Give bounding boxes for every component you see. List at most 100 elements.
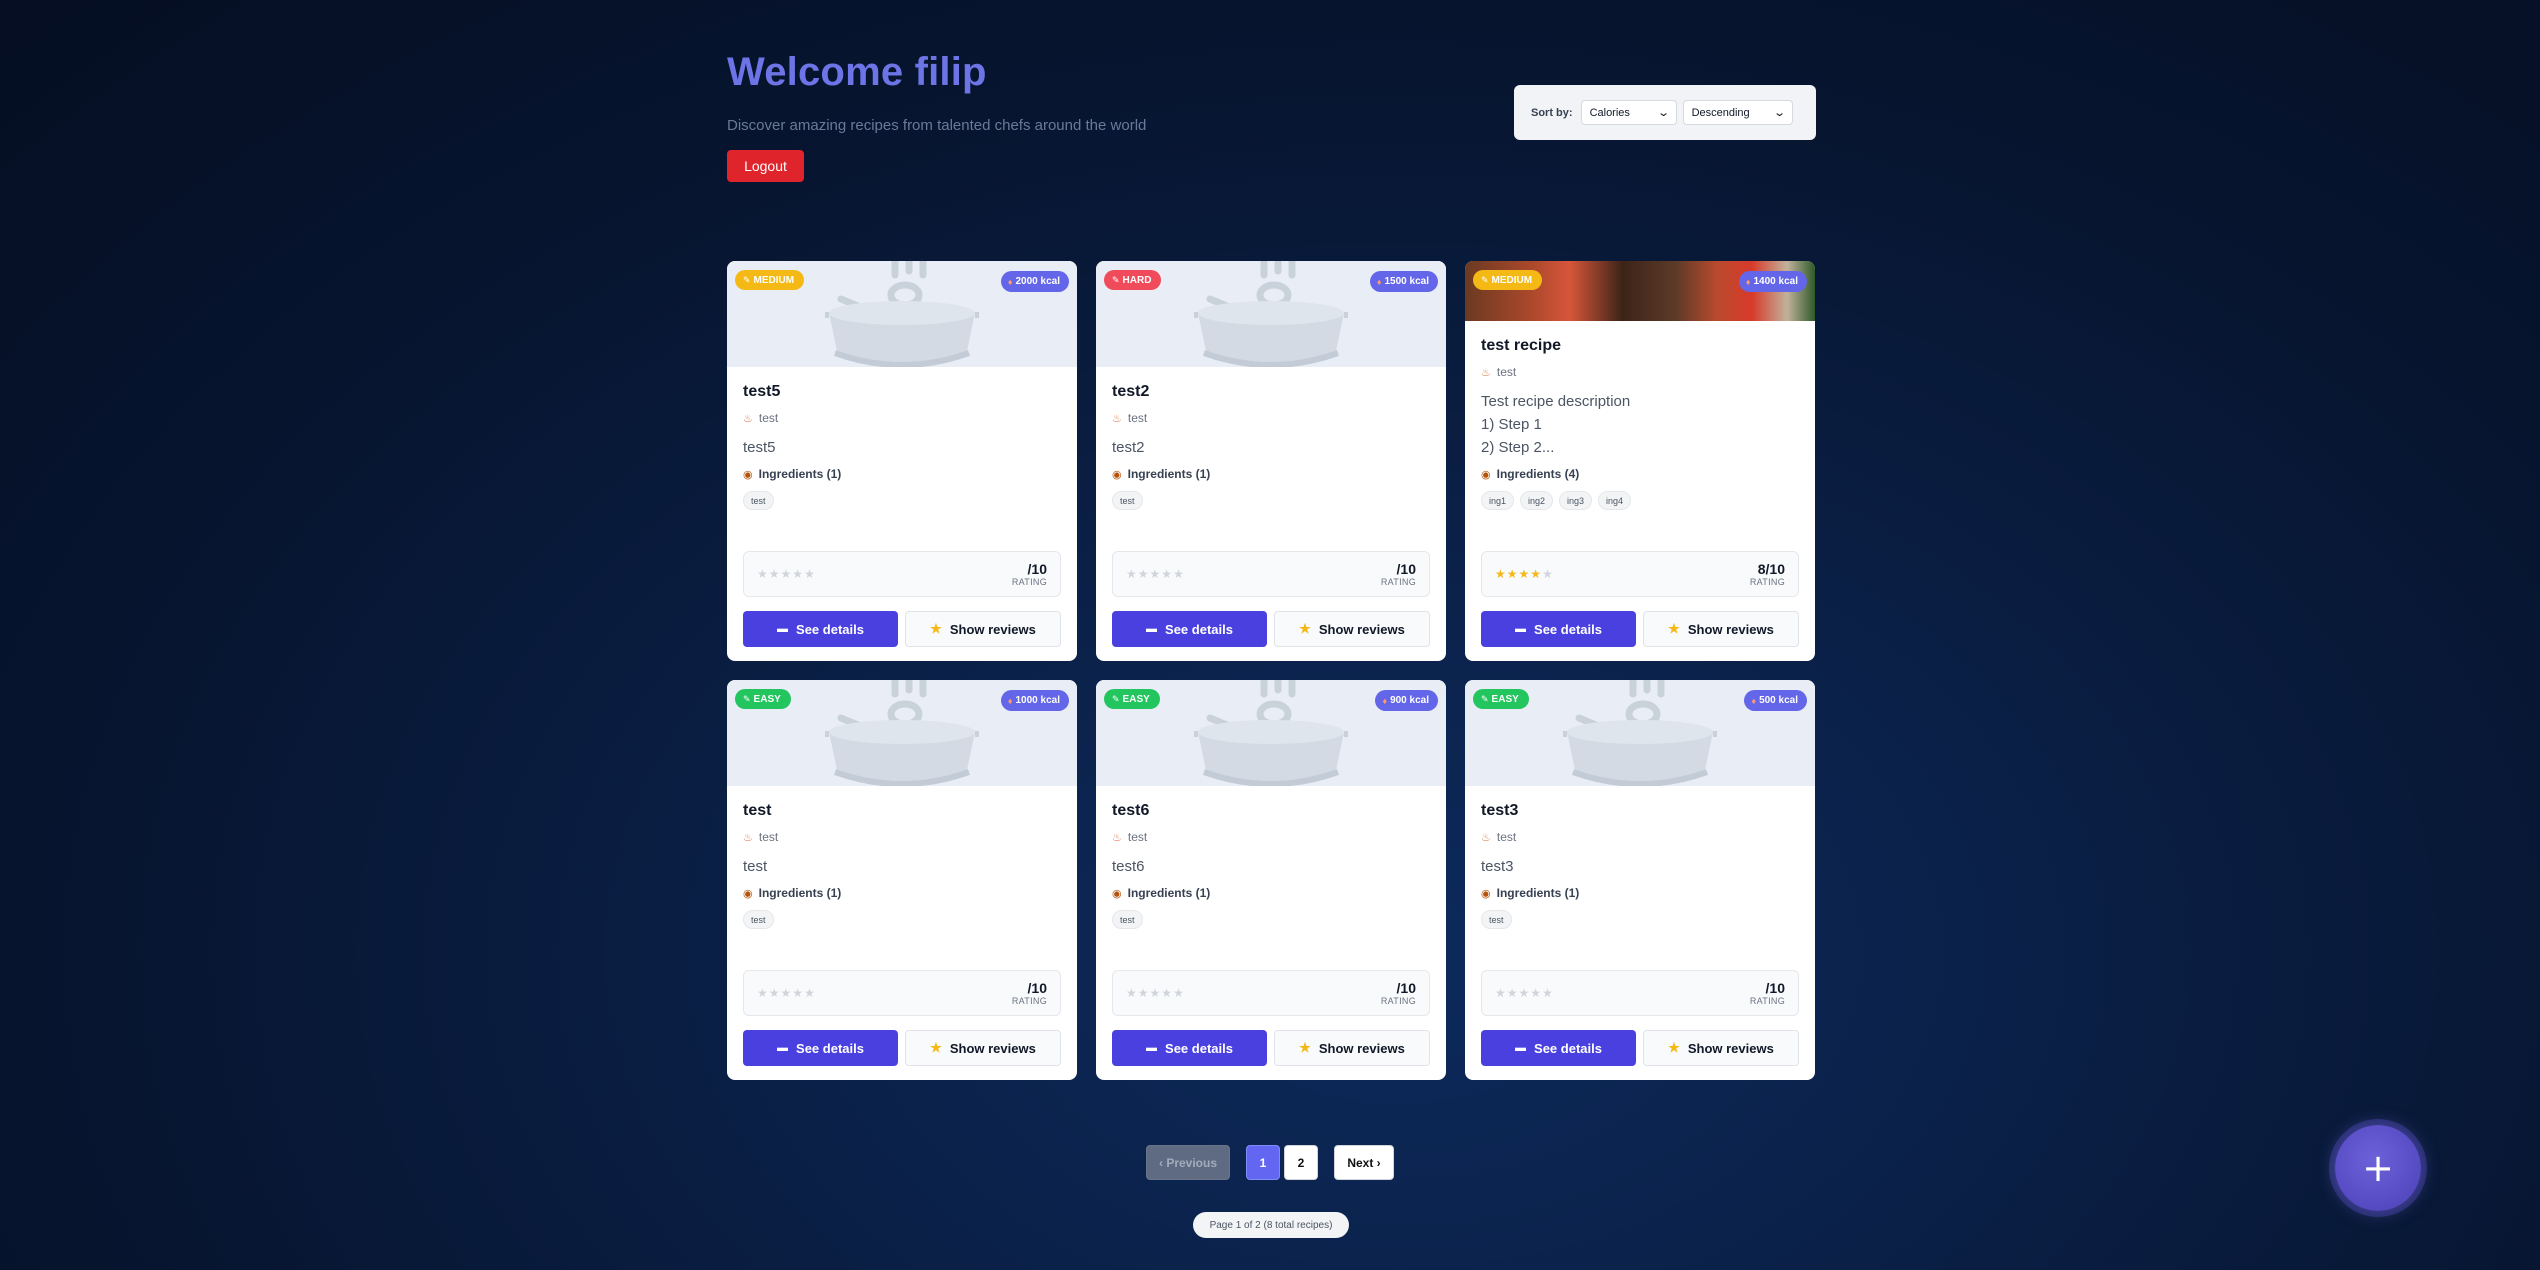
- ingredients-icon: ◉: [743, 468, 753, 481]
- previous-page-button[interactable]: ‹ Previous: [1146, 1145, 1230, 1180]
- recipe-description: test3: [1481, 855, 1799, 878]
- card-actions: ▬ See details ★ Show reviews: [743, 611, 1061, 647]
- recipe-title: test5: [743, 383, 781, 400]
- rating-star-icon: ★: [1530, 986, 1543, 1000]
- rating-star-icon: ★: [757, 567, 769, 581]
- pot-placeholder-icon: [1194, 680, 1348, 786]
- show-reviews-button[interactable]: ★ Show reviews: [905, 611, 1061, 647]
- star-icon: ★: [930, 1040, 942, 1055]
- ingredient-chip: ing2: [1520, 491, 1554, 510]
- sort-field-select[interactable]: Calories ⌄: [1580, 100, 1677, 125]
- rating-star-icon: ★: [768, 567, 781, 581]
- rating-label: RATING: [1380, 996, 1416, 1006]
- rating-star-icon: ★: [1173, 567, 1185, 581]
- rating-label: RATING: [1011, 577, 1047, 587]
- difficulty-badge: ✎ HARD: [1104, 270, 1162, 290]
- ingredients-icon: ◉: [743, 887, 753, 900]
- chef-icon: ♨: [1112, 412, 1122, 425]
- calories-badge: ♦ 1400 kcal: [1738, 271, 1807, 292]
- recipe-image: ✎ MEDIUM ♦ 2000 kcal: [727, 261, 1077, 367]
- add-recipe-button[interactable]: +: [2335, 1125, 2421, 1211]
- pot-placeholder-icon: [825, 261, 979, 367]
- show-reviews-label: Show reviews: [1687, 621, 1774, 637]
- pot-placeholder-icon: [1563, 680, 1717, 786]
- author-name: test: [758, 830, 779, 844]
- show-reviews-button[interactable]: ★ Show reviews: [1274, 1030, 1430, 1066]
- card-actions: ▬ See details ★ Show reviews: [1112, 611, 1430, 647]
- fire-icon: ♦: [1751, 695, 1757, 706]
- ingredients-icon: ◉: [1112, 468, 1122, 481]
- show-reviews-button[interactable]: ★ Show reviews: [1274, 611, 1430, 647]
- card-actions: ▬ See details ★ Show reviews: [1481, 1030, 1799, 1066]
- see-details-button[interactable]: ▬ See details: [1481, 1030, 1636, 1066]
- ingredient-chips: ing1 ing2 ing3 ing4: [1481, 491, 1799, 510]
- calories-text: 500 kcal: [1759, 695, 1798, 706]
- see-details-label: See details: [1165, 621, 1233, 637]
- rating-star-icon: ★: [1161, 567, 1174, 581]
- page-button-2[interactable]: 2: [1284, 1145, 1318, 1180]
- recipe-image: ✎ EASY ♦ 900 kcal: [1096, 680, 1446, 786]
- see-details-button[interactable]: ▬ See details: [1112, 1030, 1267, 1066]
- rating-label: RATING: [1380, 577, 1416, 587]
- see-details-button[interactable]: ▬ See details: [743, 1030, 898, 1066]
- sort-panel: Sort by: Calories ⌄ Descending ⌄: [1514, 85, 1816, 140]
- recipe-description: test5: [743, 436, 1061, 459]
- show-reviews-button[interactable]: ★ Show reviews: [905, 1030, 1061, 1066]
- recipe-card: ✎ MEDIUM ♦ 2000 kcal test5 ♨ test test5 …: [727, 261, 1077, 661]
- see-details-label: See details: [796, 621, 864, 637]
- ingredients-label: Ingredients (1): [1127, 467, 1211, 481]
- show-reviews-button[interactable]: ★ Show reviews: [1643, 611, 1799, 647]
- see-details-button[interactable]: ▬ See details: [743, 611, 898, 647]
- rating-star-icon: ★: [1542, 567, 1554, 581]
- recipe-title: test3: [1481, 802, 1519, 819]
- rating-score: /10 RATING: [1381, 980, 1416, 1006]
- ingredient-chip: test: [1112, 491, 1143, 510]
- rating-label: RATING: [1011, 996, 1047, 1006]
- rating-star-icon: ★: [1137, 567, 1150, 581]
- chef-hat-icon: ✎: [1112, 274, 1120, 285]
- see-details-button[interactable]: ▬ See details: [1112, 611, 1267, 647]
- next-page-button[interactable]: Next ›: [1334, 1145, 1394, 1180]
- see-details-label: See details: [1165, 1040, 1233, 1056]
- recipe-title: test recipe: [1481, 337, 1562, 354]
- star-icon: ★: [1299, 621, 1311, 636]
- ingredient-chip: test: [1112, 910, 1143, 929]
- recipe-description-line: test3: [1481, 858, 1514, 875]
- author-name: test: [1127, 411, 1148, 425]
- show-reviews-label: Show reviews: [1318, 621, 1405, 637]
- pot-placeholder-icon: [825, 680, 979, 786]
- sort-order-value: Descending: [1691, 106, 1750, 119]
- author-name: test: [1496, 365, 1517, 379]
- show-reviews-button[interactable]: ★ Show reviews: [1643, 1030, 1799, 1066]
- rating-star-icon: ★: [1137, 986, 1150, 1000]
- ingredients-heading: ◉ Ingredients (1): [1112, 886, 1430, 900]
- difficulty-text: EASY: [753, 693, 781, 705]
- chevron-down-icon: ⌄: [1657, 107, 1671, 119]
- ingredients-label: Ingredients (4): [1496, 467, 1580, 481]
- star-icon: ★: [930, 621, 942, 636]
- recipe-card-body: test recipe ♨ test Test recipe descripti…: [1465, 321, 1815, 661]
- show-reviews-label: Show reviews: [1318, 1040, 1405, 1056]
- logout-button[interactable]: Logout: [727, 150, 804, 182]
- calories-badge: ♦ 900 kcal: [1375, 690, 1438, 711]
- rating-star-icon: ★: [757, 986, 769, 1000]
- sort-order-select[interactable]: Descending ⌄: [1682, 100, 1793, 125]
- recipe-description-line: test: [743, 858, 768, 875]
- recipe-image: ✎ MEDIUM ♦ 1400 kcal: [1465, 261, 1815, 321]
- ingredient-chip: ing3: [1559, 491, 1593, 510]
- rating-label: RATING: [1749, 996, 1785, 1006]
- rating-stars: ★★★★★: [757, 986, 816, 1000]
- see-details-label: See details: [1534, 1040, 1602, 1056]
- rating-stars: ★★★★★: [1495, 986, 1554, 1000]
- page-button-1[interactable]: 1: [1246, 1145, 1280, 1180]
- recipe-description-line: Test recipe description: [1481, 393, 1631, 410]
- rating-score: /10 RATING: [1381, 561, 1416, 587]
- chef-hat-icon: ✎: [1112, 693, 1120, 704]
- ingredients-icon: ◉: [1112, 887, 1122, 900]
- rating-stars: ★★★★★: [1126, 567, 1185, 581]
- star-icon: ★: [1299, 1040, 1311, 1055]
- ingredients-label: Ingredients (1): [758, 467, 842, 481]
- see-details-button[interactable]: ▬ See details: [1481, 611, 1636, 647]
- difficulty-text: EASY: [1122, 693, 1150, 705]
- rating-star-icon: ★: [804, 986, 816, 1000]
